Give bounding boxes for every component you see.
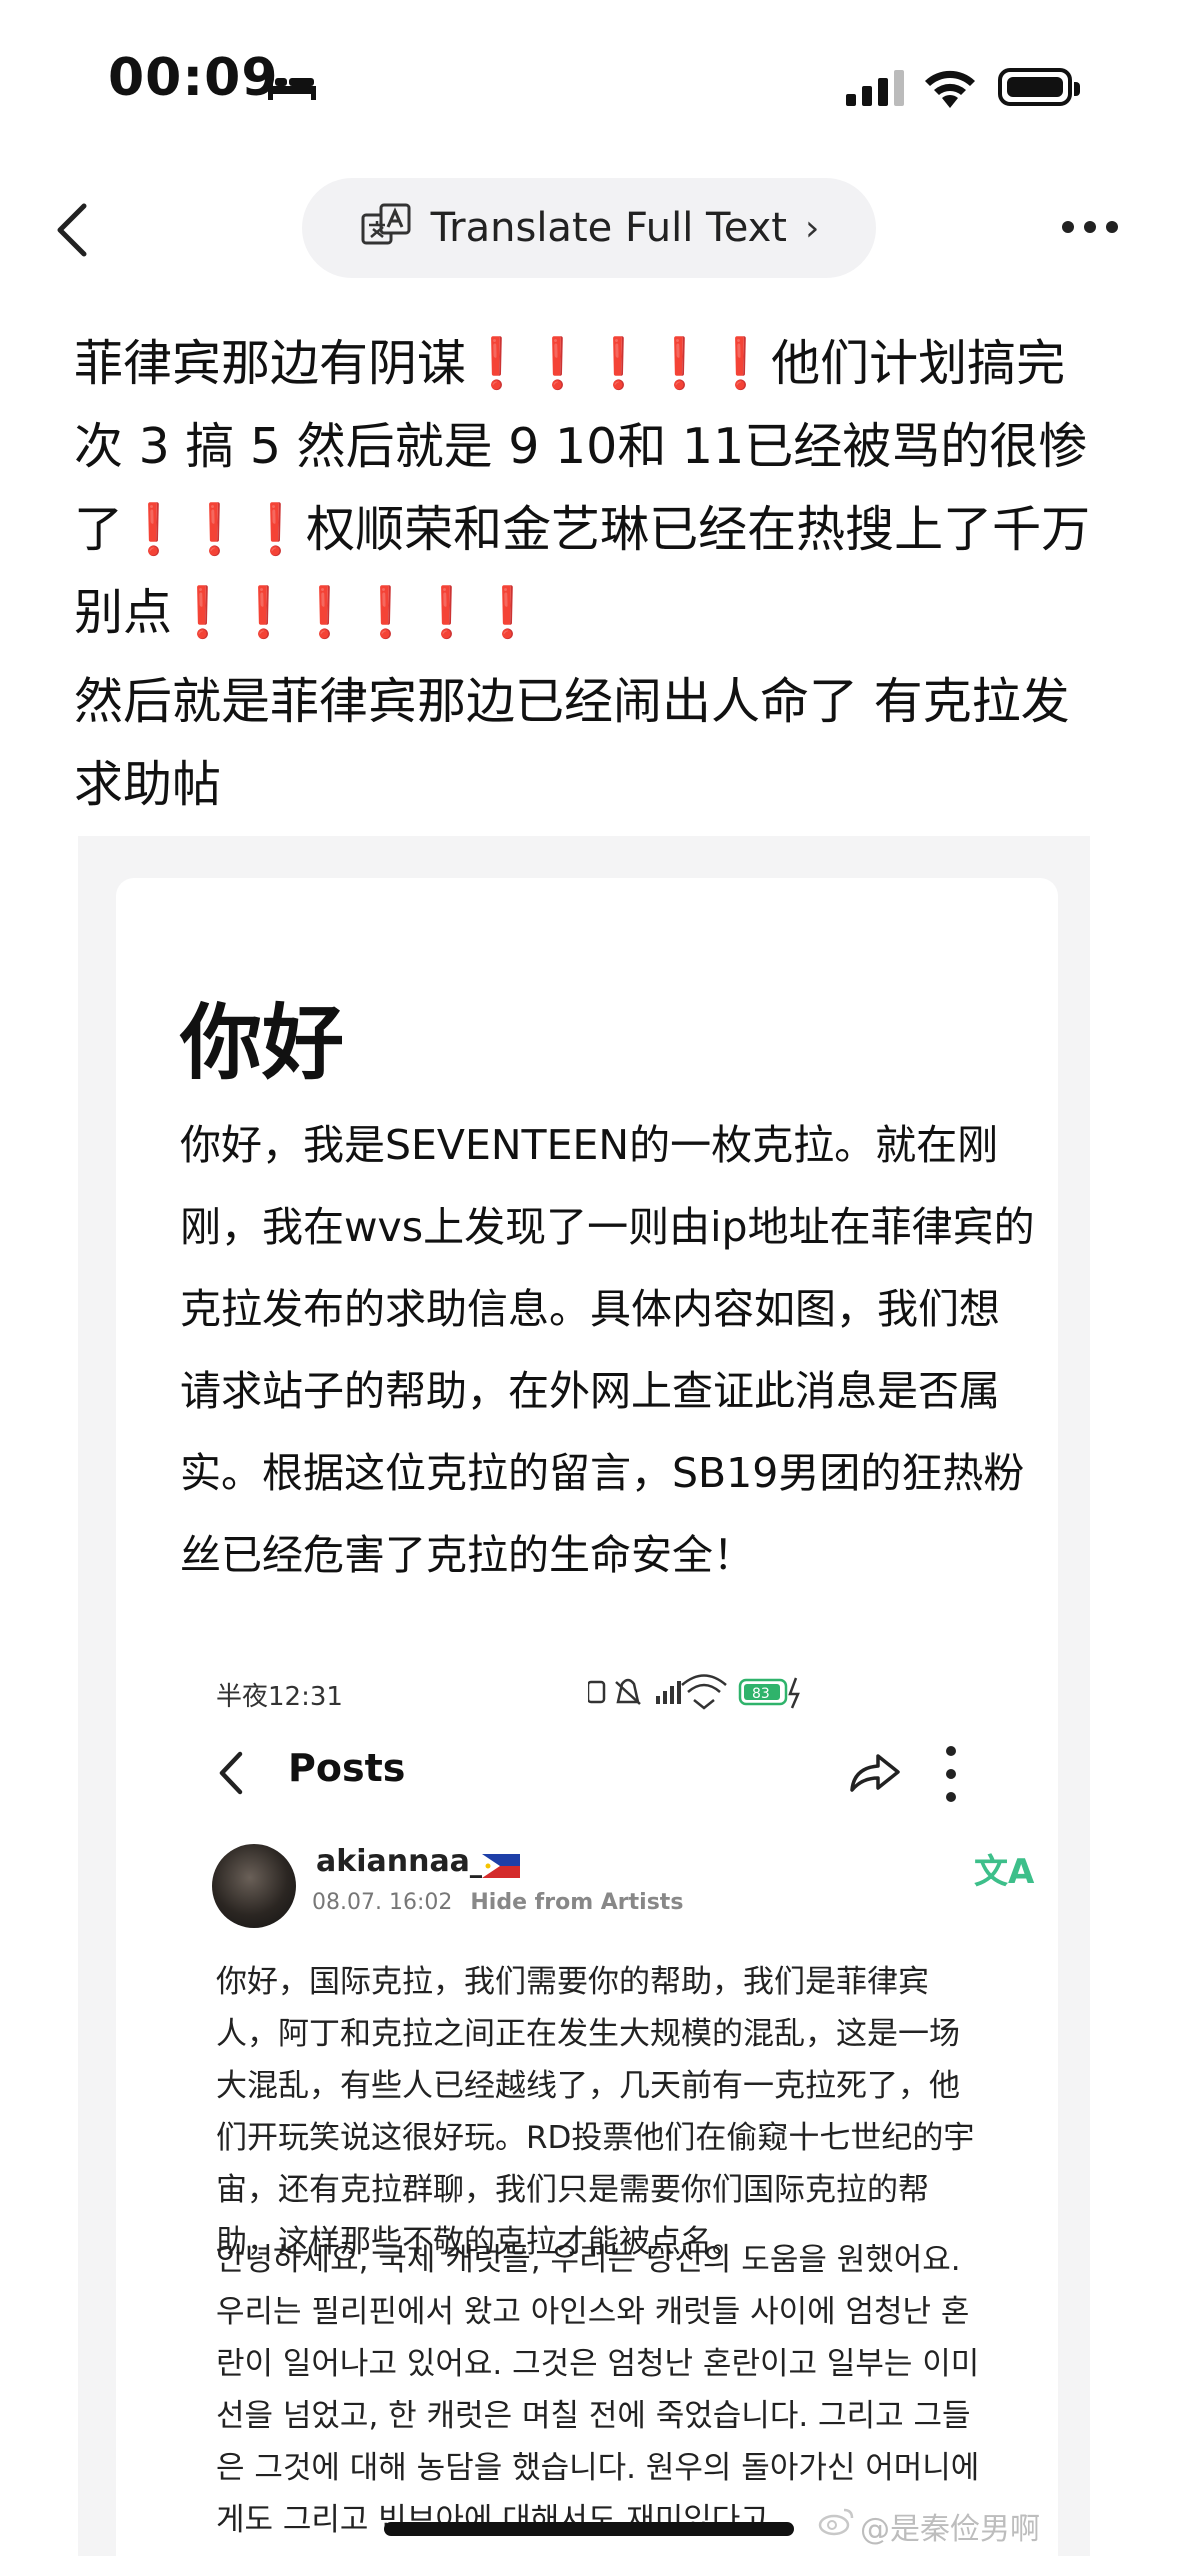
status-time: 00:09 bbox=[108, 48, 279, 108]
translate-full-text-button[interactable]: Translate Full Text › bbox=[302, 178, 876, 278]
inner-korean-text: 안녕하세요, 국제 캐럿들, 우리는 당신의 도움을 원했어요. 우리는 필리핀… bbox=[216, 2242, 980, 2538]
translate-label: Translate Full Text bbox=[430, 205, 787, 251]
exclamation-icons: ❗❗❗❗❗ bbox=[466, 335, 772, 392]
embedded-screenshot[interactable]: 你好 你好，我是SEVENTEEN的一枚克拉。就在刚刚，我在wvs上发现了一则由… bbox=[78, 836, 1090, 2556]
post-paragraph-2: 然后就是菲律宾那边已经闹出人命了 有克拉发求助帖 bbox=[74, 673, 1070, 813]
exclamation-icons: ❗❗❗❗❗❗ bbox=[172, 584, 539, 641]
share-icon bbox=[850, 1754, 900, 1792]
top-nav: Translate Full Text › bbox=[0, 170, 1179, 290]
screenshot-card: 你好 你好，我是SEVENTEEN的一枚克拉。就在刚刚，我在wvs上发现了一则由… bbox=[116, 878, 1058, 2556]
post-text: 菲律宾那边有阴谋❗❗❗❗❗他们计划搞完次 3 搞 5 然后就是 9 10和 11… bbox=[74, 322, 1114, 826]
battery-level bbox=[1007, 77, 1063, 97]
translate-icon bbox=[361, 203, 411, 245]
wifi-icon bbox=[925, 70, 975, 108]
inner-nav-title: Posts bbox=[288, 1746, 406, 1790]
inner-translate-icon: 文A bbox=[974, 1852, 1035, 1892]
post-meta: 08.07. 16:02 Hide from Artists bbox=[312, 1890, 683, 1915]
more-dots-icon[interactable] bbox=[1062, 212, 1122, 242]
inner-status-time: 半夜12:31 bbox=[216, 1682, 343, 1712]
inner-nav: Posts bbox=[212, 1728, 992, 1818]
post-paragraph-1: 菲律宾那边有阴谋❗❗❗❗❗他们计划搞完次 3 搞 5 然后就是 9 10和 11… bbox=[74, 322, 1114, 654]
philippines-flag-icon bbox=[482, 1854, 520, 1878]
username: akiannaa_ bbox=[316, 1844, 485, 1879]
exclamation-icons: ❗❗❗ bbox=[123, 501, 307, 558]
post-date: 08.07. 16:02 bbox=[312, 1890, 453, 1915]
post-text-segment: 菲律宾那边有阴谋 bbox=[74, 335, 467, 392]
chevron-left-icon[interactable] bbox=[44, 198, 104, 262]
status-bar: 00:09 bbox=[0, 0, 1179, 170]
inner-chinese-text: 你好，国际克拉，我们需要你的帮助，我们是菲律宾人，阿丁和克拉之间正在发生大规模的… bbox=[216, 1964, 975, 2260]
cellular-signal-icon bbox=[846, 70, 904, 106]
battery-icon bbox=[998, 68, 1080, 106]
watermark: @是秦俭男啊 bbox=[860, 2512, 1040, 2547]
screenshot-title: 你好 bbox=[180, 996, 345, 1091]
home-indicator[interactable] bbox=[384, 2522, 794, 2536]
inner-battery-text: 83 bbox=[752, 1686, 770, 1702]
avatar bbox=[212, 1844, 296, 1928]
weibo-logo-icon bbox=[818, 2508, 854, 2536]
inner-status-bar: 半夜12:31 83 bbox=[216, 1668, 946, 1718]
chevron-right-icon: › bbox=[804, 207, 820, 249]
bed-icon bbox=[268, 72, 316, 100]
inner-back-icon bbox=[219, 1751, 243, 1795]
inner-more-icon bbox=[946, 1746, 960, 1802]
screenshot-body: 你好，我是SEVENTEEN的一枚克拉。就在刚刚，我在wvs上发现了一则由ip地… bbox=[180, 1121, 1035, 1579]
inner-status-icons: 83 bbox=[588, 1674, 800, 1710]
hide-from-artists-label: Hide from Artists bbox=[470, 1890, 684, 1915]
